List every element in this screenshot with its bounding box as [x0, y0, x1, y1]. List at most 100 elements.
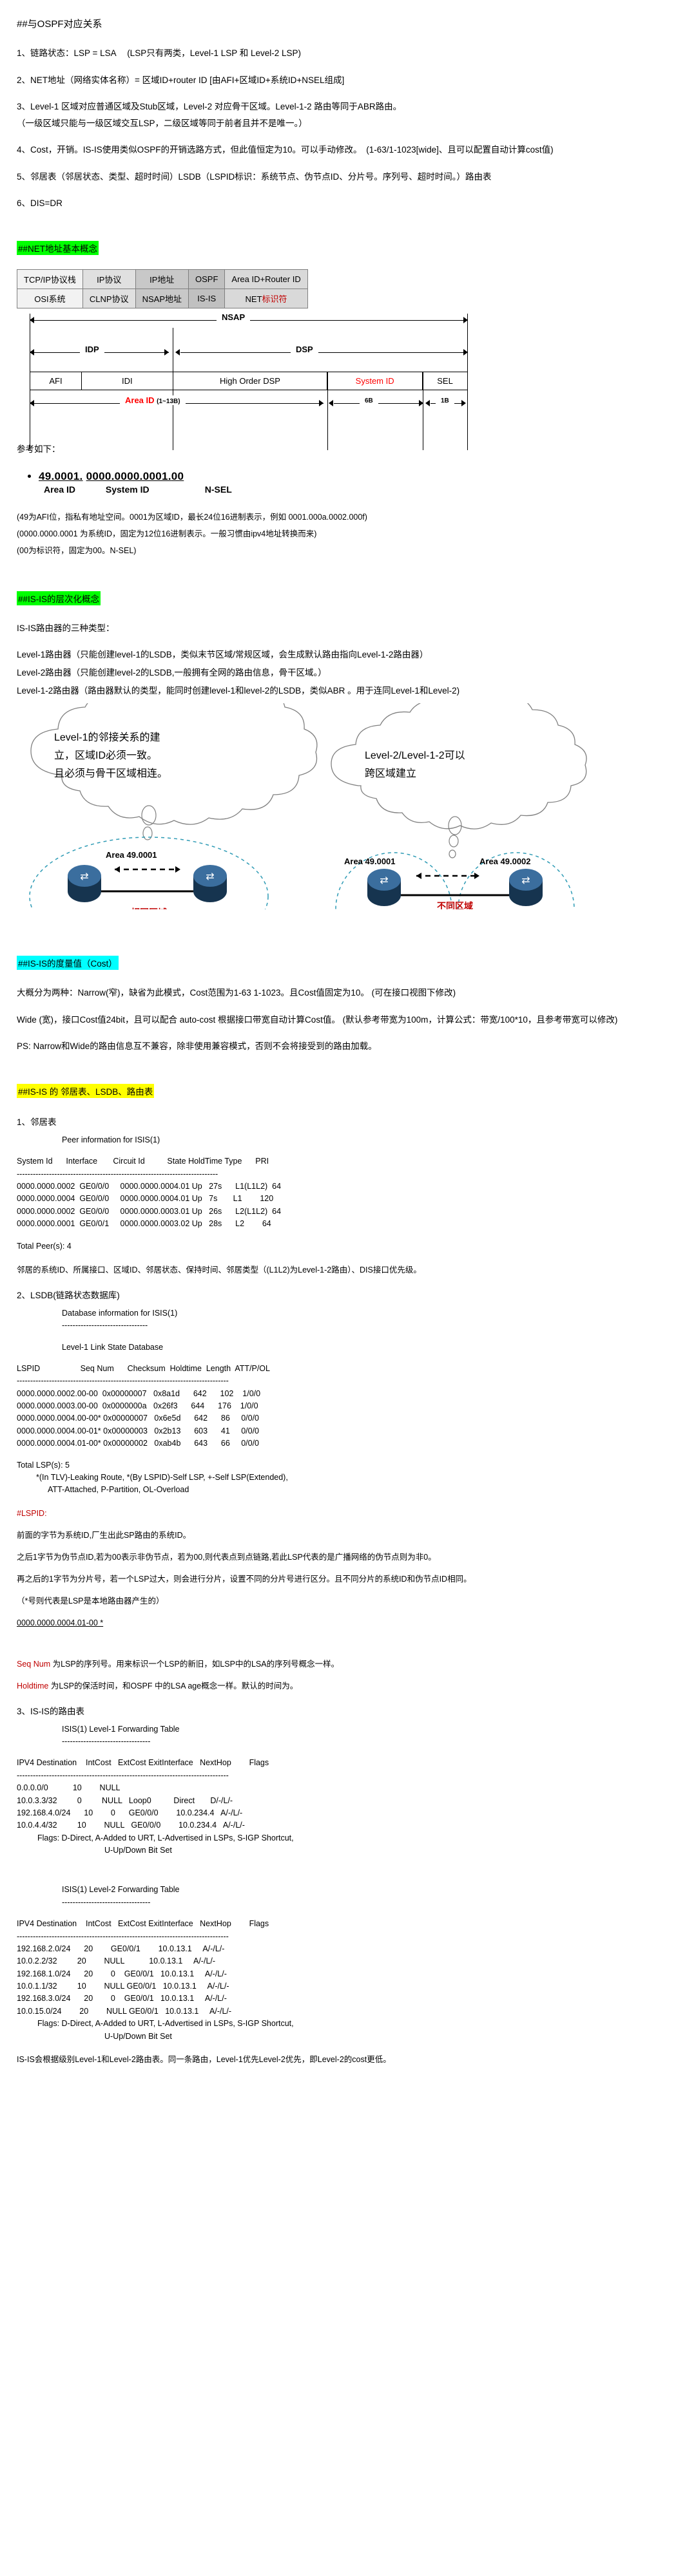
svg-text:且必须与骨干区域相连。: 且必须与骨干区域相连。 [54, 768, 168, 779]
svg-text:⇄: ⇄ [380, 874, 388, 886]
lspid-para-4: （*号则代表是LSP是本地路由器产生的） [17, 1596, 164, 1605]
svg-text:立，区域ID必须一致。: 立，区域ID必须一致。 [54, 750, 157, 761]
lsdb-row: 0000.0000.0003.00-00 0x0000000a 0x26f3 6… [17, 1401, 258, 1411]
l2-forwarding-divider: --------------------------------- [62, 1897, 151, 1907]
cost-narrow: 大概分为两种：Narrow(窄)，缺省为此模式，Cost范围为1-63 1-10… [17, 988, 456, 998]
cell-osi-system: OSI系统 [17, 288, 83, 308]
l2-row: 192.168.1.0/24 20 0 GE0/0/1 10.0.13.1 A/… [17, 1969, 227, 1978]
l2-headers: IPV4 Destination IntCost ExtCost ExitInt… [17, 1919, 269, 1929]
lsdb-legend-2: ATT-Attached, P-Partition, OL-Overload [48, 1485, 189, 1495]
nsap-field-diagram: NSAP IDP DSP AFI IDI High Order DSP Syst… [30, 312, 468, 450]
cell-isis: IS-IS [188, 288, 226, 308]
lsdb-legend-1: *(In TLV)-Leaking Route, *(By LSPID)-Sel… [36, 1472, 288, 1482]
router-icon-left-2: ⇄ [193, 865, 227, 903]
peer-table-block: Peer information for ISIS(1) System Id I… [17, 1134, 679, 1253]
net-prefix: NET [245, 294, 262, 304]
l2-row: 10.0.2.2/32 20 NULL 10.0.13.1 A/-/L/- [17, 1956, 216, 1966]
router-icon-left-1: ⇄ [68, 865, 101, 903]
svg-text:Area 49.0002: Area 49.0002 [479, 857, 531, 866]
nsap-label: NSAP [217, 312, 251, 322]
peer-table-total: Total Peer(s): 4 [17, 1242, 72, 1251]
svg-text:⇄: ⇄ [521, 874, 530, 886]
l2-flags-line-2: U-Up/Down Bit Set [104, 2031, 172, 2041]
routing-l2-block: ISIS(1) Level-2 Forwarding Table -------… [17, 1884, 679, 2043]
size-arrows: Area ID (1~13B) 6B 1B [30, 395, 468, 413]
l1-row: 192.168.4.0/24 10 0 GE0/0/0 10.0.234.4 A… [17, 1808, 243, 1817]
cell-ip-protocol: IP协议 [82, 269, 136, 289]
lspid-para-3: 再之后的1字节为分片号，若一个LSP过大，则会进行分片，设置不同的分片号进行区分… [17, 1574, 472, 1584]
holdtime-label: Holdtime [17, 1681, 49, 1690]
net-example-intro: 参考如下： [17, 444, 61, 454]
cell-area-router-id: Area ID+Router ID [224, 269, 308, 289]
adjacency-diagram: Level-1的邻接关系的建 立，区域ID必须一致。 且必须与骨干区域相连。 A… [17, 670, 679, 967]
field-idi: IDI [81, 371, 173, 390]
nsap-fields-table: AFI IDI High Order DSP System ID SEL [30, 371, 468, 390]
lsdb-title-divider: -------------------------------- [62, 1321, 148, 1331]
idp-dsp-arrows: IDP DSP [30, 344, 468, 363]
heading-cost-wrap: ##IS-IS的度量值（Cost） [17, 956, 679, 971]
peer-table-title: Peer information for ISIS(1) [62, 1135, 160, 1144]
cell-tcpip-stack: TCP/IP协议栈 [17, 269, 83, 289]
router-icon-right-1: ⇄ [367, 869, 401, 907]
net-system-part: 0000.0000.0001. [86, 469, 171, 482]
label-area-id: Area ID [44, 484, 76, 495]
seq-num-note: Seq Num 为LSP的序列号。用来标识一个LSP的新旧，如LSP中的LSA的… [17, 1658, 679, 1671]
sel-size: 1B [436, 397, 454, 404]
l2-row: 192.168.2.0/24 20 GE0/0/1 10.0.13.1 A/-/… [17, 1944, 225, 1953]
lsdb-row: 0000.0000.0004.00-01* 0x00000003 0x2b13 … [17, 1426, 259, 1435]
ospf-item-6: 6、DIS=DR [17, 198, 63, 209]
protocol-stack-table: TCP/IP协议栈 IP协议 IP地址 OSPF Area ID+Router … [17, 269, 308, 308]
l1-row: 10.0.4.4/32 10 NULL GE0/0/0 10.0.234.4 A… [17, 1821, 245, 1830]
table-row: OSI系统 CLNP协议 NSAP地址 IS-IS NET标识符 [17, 288, 308, 308]
lsdb-divider: ----------------------------------------… [17, 1376, 229, 1386]
ospf-item-1: 1、链路状态：LSP = LSA (LSP只有两类，Level-1 LSP 和 … [17, 48, 302, 58]
dsp-label: DSP [291, 344, 318, 354]
list-item: 49.0001. 0000.0000.0001.00 [39, 470, 679, 483]
net-area-part: 49.0001. [39, 469, 83, 482]
seq-num-label: Seq Num [17, 1659, 51, 1669]
svg-text:不同区域: 不同区域 [437, 901, 473, 909]
l2-divider: ----------------------------------------… [17, 1931, 229, 1941]
l1-row: 0.0.0.0/0 10 NULL [17, 1783, 121, 1793]
hierarchy-intro: IS-IS路由器的三种类型： [17, 623, 115, 633]
routing-number: 3、IS-IS的路由表 [17, 1706, 85, 1716]
label-system-id: System ID [105, 484, 150, 495]
net-nsel-part: 00 [171, 469, 184, 482]
svg-text:Area 49.0001: Area 49.0001 [106, 850, 157, 860]
cell-clnp-protocol: CLNP协议 [82, 288, 136, 308]
idp-label: IDP [80, 344, 104, 354]
l2-forwarding-title: ISIS(1) Level-2 Forwarding Table [62, 1885, 180, 1895]
l1-divider: ----------------------------------------… [17, 1770, 229, 1780]
peer-table-headers: System Id Interface Circuit Id State Hol… [17, 1157, 269, 1166]
peer-table-number: 1、邻居表 [17, 1117, 57, 1127]
tick-right [467, 313, 468, 450]
lsdb-headers: LSPID Seq Num Checksum Holdtime Length A… [17, 1363, 270, 1373]
ospf-item-3-note: （一级区域只能与一级区域交互LSP，二级区域等同于前者且并不是唯一。） [17, 118, 307, 128]
cloud-right-shape [331, 692, 587, 829]
svg-text:Level-1的邻接关系的建: Level-1的邻接关系的建 [54, 732, 160, 743]
l1-forwarding-title: ISIS(1) Level-1 Forwarding Table [62, 1724, 180, 1734]
peer-table-row: 0000.0000.0002 GE0/0/0 0000.0000.0003.01… [17, 1206, 282, 1216]
field-system-id: System ID [327, 371, 423, 390]
system-id-size: 6B [360, 397, 378, 404]
cell-net-identifier: NET标识符 [224, 288, 308, 308]
cloud-left-shape [30, 670, 318, 825]
holdtime-note: Holdtime 为LSP的保活时间，和OSPF 中的LSA age概念一样。默… [17, 1680, 679, 1692]
lspid-para-1: 前面的字节为系统ID,厂生出此SP路由的系统ID。 [17, 1530, 191, 1540]
lspid-label: #LSPID: [17, 1508, 47, 1518]
l1-flags-line-1: Flags: D-Direct, A-Added to URT, L-Adver… [37, 1833, 294, 1842]
heading-net-concept-wrap: ##NET地址基本概念 [17, 240, 679, 255]
seq-num-text: 为LSP的序列号。用来标识一个LSP的新旧，如LSP中的LSA的序列号概念一样。 [52, 1659, 340, 1669]
lsdb-total: Total LSP(s): 5 [17, 1460, 70, 1470]
lsdb-subtitle: Level-1 Link State Database [62, 1342, 164, 1352]
cost-wide: Wide (宽)，接口Cost值24bit，且可以配合 auto-cost 根据… [17, 1014, 618, 1025]
routing-l1-block: ISIS(1) Level-1 Forwarding Table -------… [17, 1723, 679, 1857]
protocol-stack-table-wrap: TCP/IP协议栈 IP协议 IP地址 OSPF Area ID+Router … [17, 269, 679, 308]
l1-row: 10.0.3.3/32 0 NULL Loop0 Direct D/-/L/- [17, 1795, 233, 1805]
cost-ps: PS: Narrow和Wide的路由信息互不兼容，除非使用兼容模式，否则不会将接… [17, 1041, 377, 1052]
router-icon-right-2: ⇄ [509, 869, 543, 907]
area-id-size: (1~13B) [157, 397, 180, 405]
peer-table-row: 0000.0000.0001 GE0/0/1 0000.0000.0003.02… [17, 1219, 271, 1229]
routing-footer-note: IS-IS会根据级别Level-1和Level-2路由表。同一条路由，Level… [17, 2054, 391, 2064]
heading-net-concept: ##NET地址基本概念 [17, 240, 99, 255]
